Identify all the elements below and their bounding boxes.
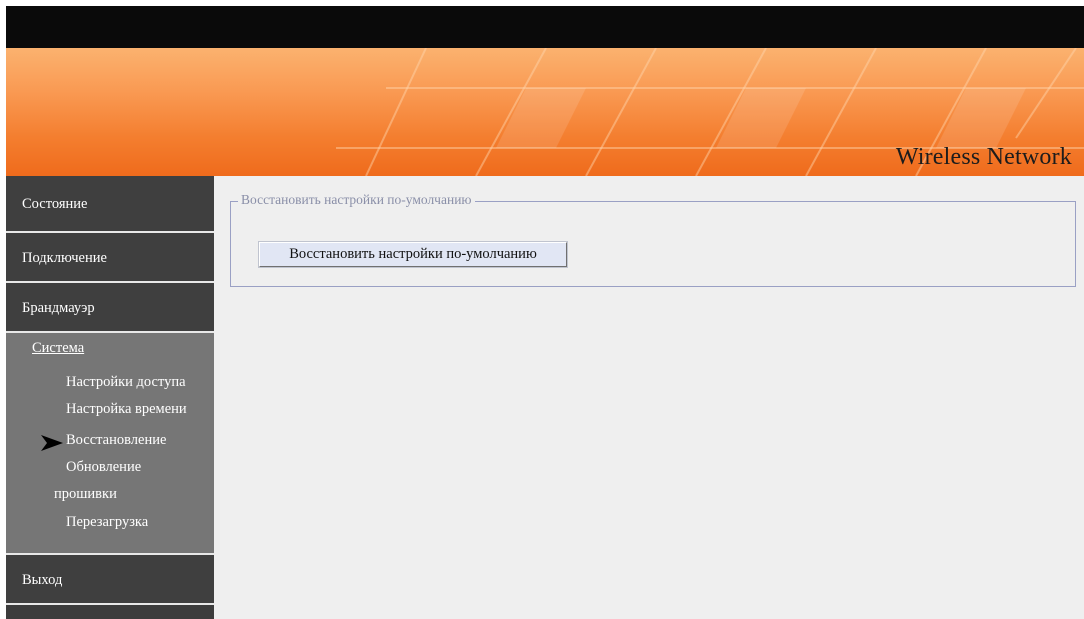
banner-title: Wireless Network (895, 144, 1072, 170)
sidebar-subitem-access-settings[interactable]: Настройки доступа (66, 374, 186, 391)
sidebar-filler (6, 605, 214, 619)
sidebar-item-firewall[interactable]: Брандмауэр (6, 283, 214, 333)
sidebar-item-status[interactable]: Состояние (6, 176, 214, 233)
content-area: Восстановить настройки по-умолчанию Восс… (214, 176, 1084, 619)
sidebar-subitem-firmware-update-line2[interactable]: прошивки (54, 486, 117, 503)
header-banner: Wireless Network (6, 48, 1084, 176)
router-admin-window: Wireless Network Состояние Подключение Б… (6, 6, 1084, 619)
sidebar-item-connection[interactable]: Подключение (6, 233, 214, 283)
fieldset-legend: Восстановить настройки по-умолчанию (238, 192, 475, 208)
sidebar-system-panel: Система Настройки доступа Настройка врем… (6, 333, 214, 555)
sidebar-item-system[interactable]: Система (32, 340, 84, 357)
top-black-bar (6, 6, 1084, 48)
sidebar-subitem-firmware-update[interactable]: Обновление (66, 459, 141, 476)
restore-defaults-fieldset: Восстановить настройки по-умолчанию Восс… (230, 192, 1076, 287)
sidebar-subitem-reboot[interactable]: Перезагрузка (66, 514, 148, 531)
sidebar-item-logout[interactable]: Выход (6, 555, 214, 605)
sidebar-subitem-time-settings[interactable]: Настройка времени (66, 401, 187, 418)
arrow-right-icon (41, 435, 63, 451)
sidebar-subitem-restore[interactable]: Восстановление (66, 432, 166, 449)
restore-defaults-button[interactable]: Восстановить настройки по-умолчанию (259, 242, 567, 267)
sidebar-nav: Состояние Подключение Брандмауэр Система… (6, 176, 214, 619)
